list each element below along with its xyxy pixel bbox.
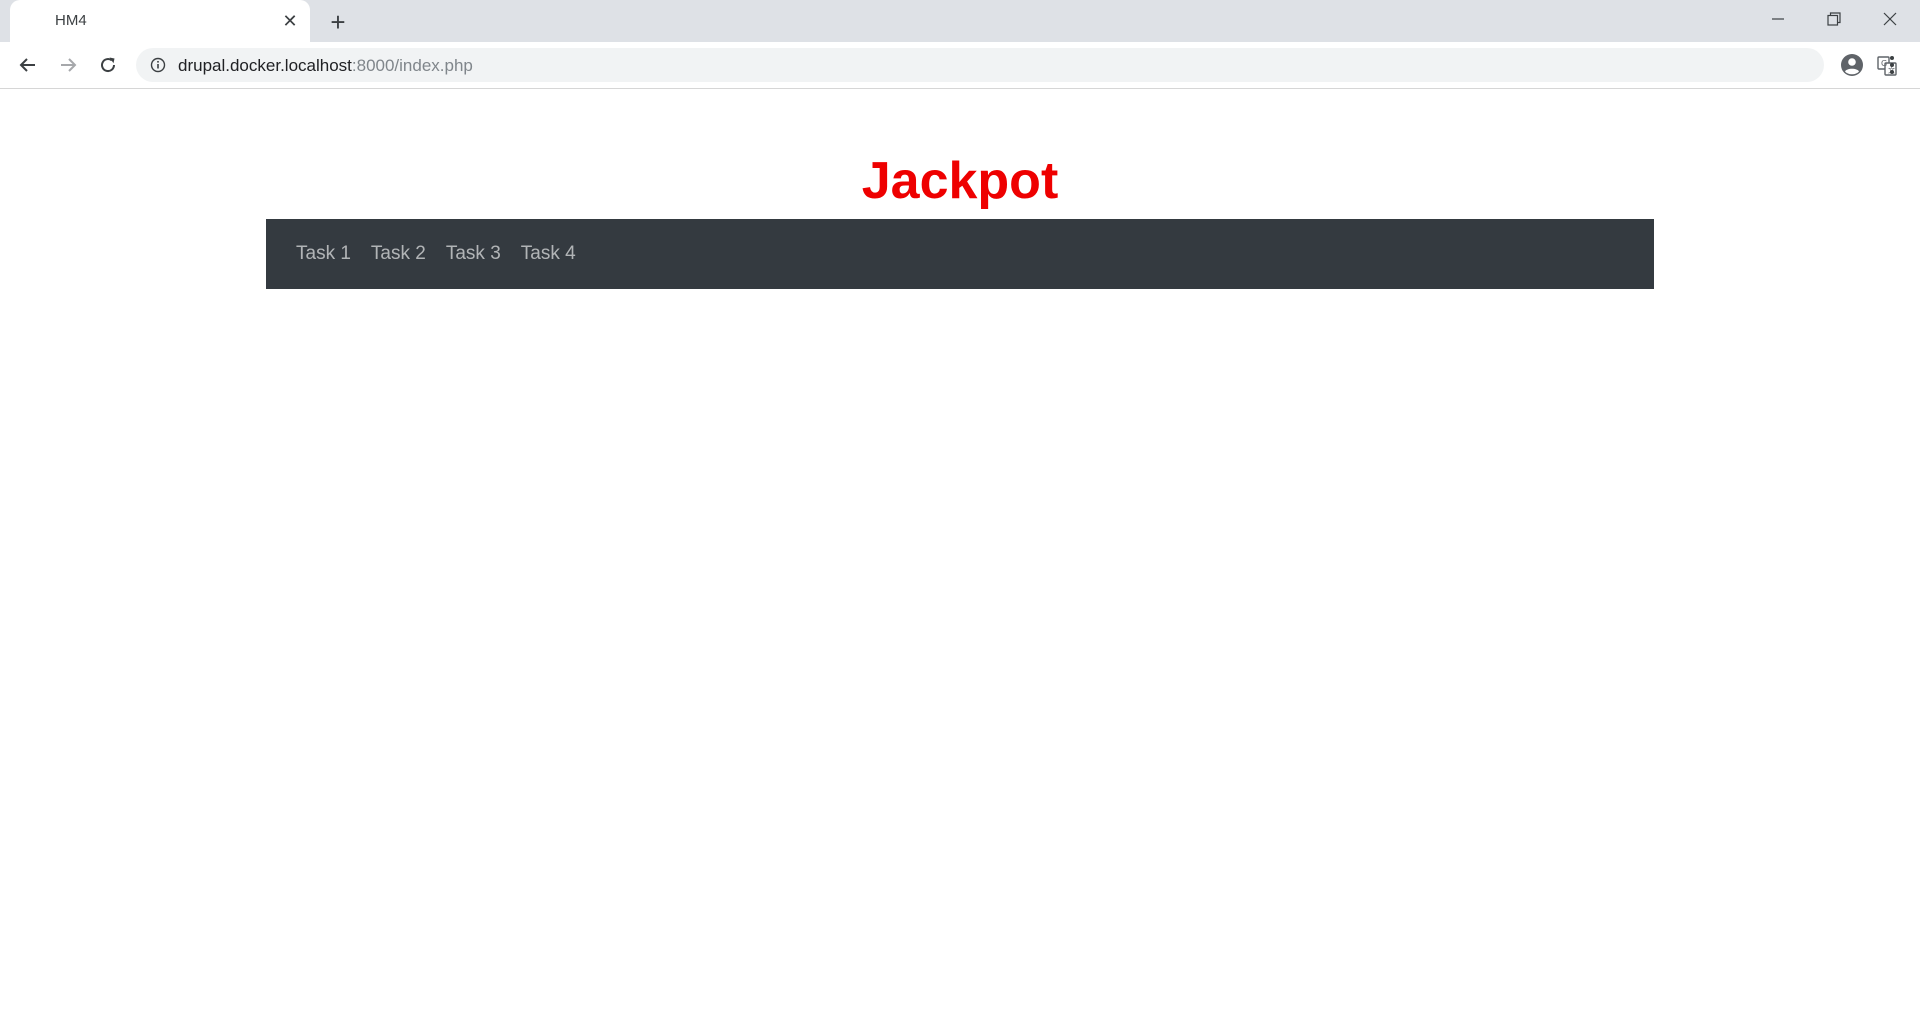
- nav-link-task-4[interactable]: Task 4: [521, 243, 576, 265]
- url-path: :8000/index.php: [351, 56, 473, 75]
- browser-tab[interactable]: HM4 ✕: [10, 0, 310, 42]
- address-bar[interactable]: drupal.docker.localhost:8000/index.php G…: [136, 48, 1897, 82]
- tab-strip: HM4 ✕ +: [0, 0, 1920, 42]
- back-arrow-icon[interactable]: [12, 49, 44, 81]
- url-host: drupal.docker.localhost: [178, 56, 352, 75]
- nav-link-task-1[interactable]: Task 1: [296, 243, 351, 265]
- info-icon[interactable]: [150, 57, 166, 73]
- nav-links: Task 1 Task 2 Task 3 Task 4: [296, 219, 596, 289]
- more-options-icon[interactable]: [1880, 53, 1904, 77]
- nav-link-task-2[interactable]: Task 2: [371, 243, 426, 265]
- reload-icon[interactable]: [92, 49, 124, 81]
- forward-arrow-icon[interactable]: [52, 49, 84, 81]
- restore-window-icon[interactable]: [1806, 0, 1862, 38]
- tab-close-icon[interactable]: ✕: [280, 11, 300, 31]
- url-text[interactable]: drupal.docker.localhost:8000/index.php: [178, 56, 473, 76]
- close-window-icon[interactable]: [1862, 0, 1918, 38]
- browser-toolbar: drupal.docker.localhost:8000/index.php G…: [0, 42, 1920, 89]
- nav-link-task-3[interactable]: Task 3: [446, 243, 501, 265]
- minimize-window-icon[interactable]: [1750, 0, 1806, 38]
- tab-title: HM4: [55, 12, 87, 29]
- profile-avatar-icon[interactable]: [1840, 53, 1864, 77]
- main-navbar: Task 1 Task 2 Task 3 Task 4: [266, 219, 1654, 289]
- site-title: Jackpot: [861, 152, 1059, 210]
- new-tab-button[interactable]: +: [324, 7, 352, 37]
